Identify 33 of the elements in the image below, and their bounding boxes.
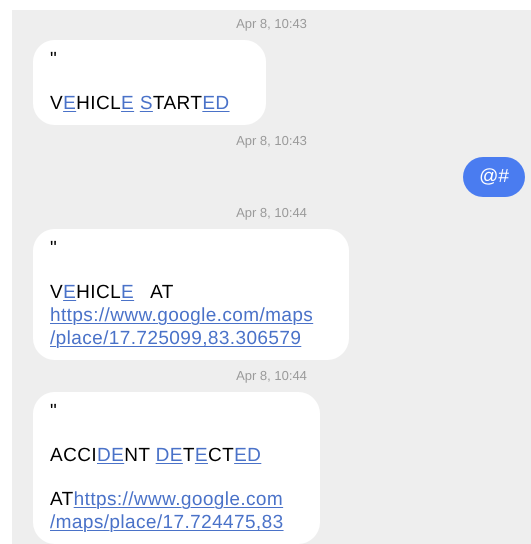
- link[interactable]: E: [63, 281, 76, 304]
- sent-message-bubble: @#: [463, 157, 525, 197]
- link[interactable]: /place/17.725099,83.306579: [50, 327, 302, 350]
- timestamp: Apr 8, 10:44: [236, 368, 307, 384]
- message-text-part: ": [50, 237, 58, 260]
- message-text-part: NT: [124, 444, 151, 467]
- link[interactable]: https://www.google.com/maps: [50, 304, 314, 327]
- message-text-part: V: [50, 281, 64, 304]
- message-text-part: T: [182, 444, 195, 467]
- link[interactable]: E: [194, 444, 208, 467]
- link[interactable]: ED: [202, 92, 230, 115]
- link[interactable]: E: [63, 92, 76, 115]
- message-text-part: ": [50, 400, 58, 423]
- message-text-part: V: [50, 92, 64, 115]
- message-text-part: AT: [149, 281, 174, 304]
- link[interactable]: S: [140, 92, 153, 115]
- link[interactable]: https://www.google.com: [74, 488, 284, 511]
- timestamp: Apr 8, 10:43: [236, 133, 307, 149]
- link[interactable]: ED: [234, 444, 262, 467]
- message-text-part: TART: [152, 92, 202, 115]
- message-text-part: HICL: [76, 281, 122, 304]
- message-text-part: CT: [208, 444, 234, 467]
- timestamp: Apr 8, 10:43: [236, 16, 307, 32]
- message-text-part: ": [50, 48, 58, 71]
- timestamp: Apr 8, 10:44: [236, 205, 307, 221]
- link[interactable]: /maps/place/17.724475,83: [50, 511, 284, 534]
- message-text-part: HICL: [76, 92, 122, 115]
- message-text-part: ACCI: [50, 444, 97, 467]
- message-text-part: AT: [50, 488, 74, 511]
- link[interactable]: E: [121, 281, 134, 304]
- link[interactable]: DE: [156, 444, 183, 467]
- link[interactable]: E: [121, 92, 134, 115]
- link[interactable]: DE: [97, 444, 124, 467]
